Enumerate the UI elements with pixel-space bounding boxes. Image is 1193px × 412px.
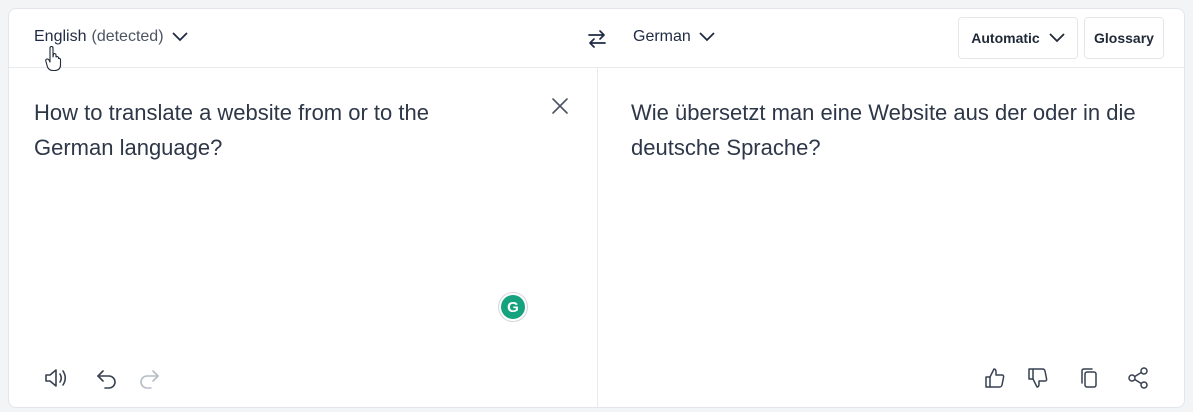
- swap-arrows-icon: [586, 28, 608, 50]
- share-button[interactable]: [1124, 364, 1152, 392]
- grammarly-button[interactable]: G: [498, 292, 528, 322]
- formality-dropdown[interactable]: Automatic: [958, 17, 1078, 59]
- chevron-down-icon: [699, 32, 715, 42]
- translator-card: English (detected) German Automatic Glos…: [8, 8, 1185, 408]
- grammarly-icon: G: [501, 295, 525, 319]
- close-icon: [551, 97, 569, 115]
- language-bar: English (detected) German Automatic Glos…: [9, 9, 1184, 68]
- target-language-name: German: [633, 28, 691, 45]
- share-icon: [1126, 366, 1150, 390]
- thumbs-down-icon: [1026, 366, 1050, 390]
- undo-button[interactable]: [93, 364, 121, 392]
- chevron-down-icon: [1049, 33, 1065, 43]
- clear-text-button[interactable]: [549, 95, 571, 117]
- formality-label: Automatic: [971, 30, 1040, 46]
- undo-icon: [95, 367, 119, 389]
- copy-button[interactable]: [1075, 364, 1103, 392]
- target-language-selector[interactable]: German: [633, 28, 715, 46]
- detected-label: (detected): [91, 28, 164, 45]
- speaker-icon: [43, 366, 69, 390]
- redo-icon: [137, 367, 161, 389]
- rate-bad-button[interactable]: [1024, 364, 1052, 392]
- source-language-name: English: [34, 28, 87, 45]
- rate-good-button[interactable]: [981, 364, 1009, 392]
- glossary-label: Glossary: [1094, 30, 1154, 46]
- translation-output: Wie übersetzt man eine Website aus der o…: [631, 100, 1136, 160]
- thumbs-up-icon: [983, 366, 1007, 390]
- listen-button[interactable]: [42, 364, 70, 392]
- glossary-button[interactable]: Glossary: [1084, 17, 1164, 59]
- source-text-input[interactable]: How to translate a website from or to th…: [34, 95, 514, 165]
- source-language-selector[interactable]: English (detected): [34, 28, 188, 46]
- copy-icon: [1078, 366, 1100, 390]
- redo-button[interactable]: [135, 364, 163, 392]
- swap-languages-button[interactable]: [585, 27, 609, 51]
- chevron-down-icon: [171, 32, 188, 42]
- panel-divider: [597, 68, 598, 407]
